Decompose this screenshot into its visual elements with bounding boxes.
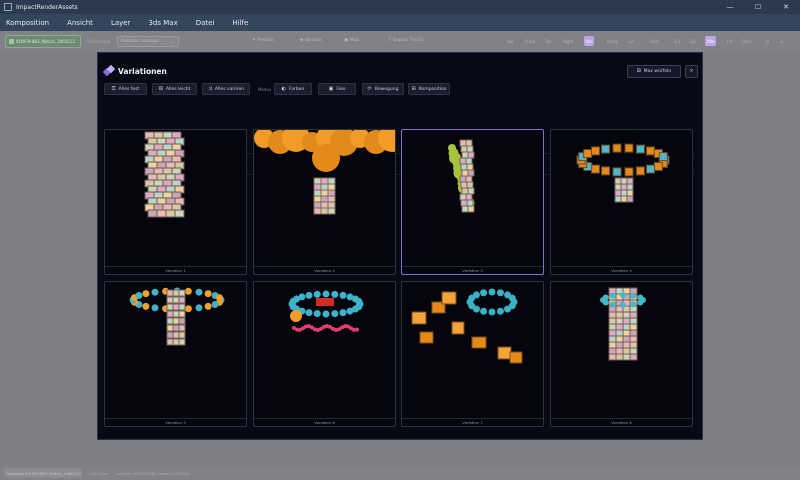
minimize-button[interactable]: —: [716, 0, 744, 14]
variation-caption: Variation 5: [105, 418, 246, 426]
view-front[interactable]: Front: [523, 36, 537, 46]
variation-preview: [288, 290, 364, 332]
variation-caption: Variation 7: [402, 418, 543, 426]
variation-tile-4[interactable]: Variation 4: [550, 129, 693, 275]
palette-icon: ◐: [281, 86, 287, 92]
variation-preview: [411, 288, 523, 364]
variation-preview: [448, 139, 475, 213]
variation-tile-3[interactable]: Variation 3: [401, 129, 544, 275]
variation-caption: Variation 1: [105, 266, 246, 274]
variation-caption: Variation 2: [254, 266, 395, 274]
variation-caption: Variation 4: [551, 266, 692, 274]
motion-button[interactable]: ⟳ Bewegung: [362, 83, 404, 95]
toolbar-presets[interactable]: ✦ Presets: [252, 38, 274, 43]
variation-preview: [600, 287, 646, 361]
status-bar: Variation ID4959-883_Motion_3460512 Alle…: [0, 466, 800, 480]
variation-preview: [254, 130, 395, 215]
geo-button[interactable]: ▣ Geo: [318, 83, 356, 95]
view-persp[interactable]: Persp: [605, 36, 620, 46]
grid-icon[interactable]: ⊞: [764, 36, 771, 46]
variation-preview: [576, 143, 670, 203]
view-lit[interactable]: Lit: [627, 36, 636, 46]
menu-komposition[interactable]: Komposition: [6, 19, 49, 27]
motion-icon: ⟳: [367, 86, 372, 92]
mode-label: Modus: [258, 87, 272, 92]
zoom-1-2[interactable]: 1/2: [688, 36, 698, 46]
zoom-alle[interactable]: Alle: [705, 36, 717, 46]
toolbar: ID4959-883_Motion_3460512 Stilrichtung R…: [0, 31, 800, 51]
colors-button[interactable]: ◐ Farben: [274, 83, 312, 95]
zoom-1-1[interactable]: 1/1: [672, 36, 682, 46]
menu-layer[interactable]: Layer: [111, 19, 131, 27]
dialog-title: Variationen: [102, 64, 167, 77]
close-dialog-button[interactable]: ✕: [685, 65, 698, 78]
variation-preview: [144, 131, 185, 218]
lock-icon: ⚿: [111, 86, 116, 92]
view-iso[interactable]: Iso: [584, 36, 594, 46]
status-right: Variation ID4959-883_Motion_3460512: [116, 471, 190, 476]
status-layers: Alle Layer: [90, 471, 109, 476]
menu-datei[interactable]: Datei: [196, 19, 215, 27]
maximize-button[interactable]: ☐: [744, 0, 772, 14]
variation-tile-2[interactable]: Variation 2: [253, 129, 396, 275]
variations-dialog: Variationen ⚿ Alles fest ⚄ Alles leicht ⤨ A…: [97, 52, 703, 440]
view-right[interactable]: Right: [561, 36, 576, 46]
variation-caption: Variation 3: [402, 266, 543, 274]
menu-bar: Komposition Ansicht Layer 3ds Max Datei …: [0, 14, 800, 31]
status-variation: Variation ID4959-883_Motion_3460512: [4, 468, 82, 478]
menu-3dsmax[interactable]: 3ds Max: [148, 19, 177, 27]
max-roll-button[interactable]: ⚄ Max würfeln: [627, 65, 681, 78]
zoom-uber[interactable]: Über: [740, 36, 754, 46]
variation-tile-5[interactable]: Variation 5: [104, 281, 247, 427]
variation-tile-1[interactable]: Variation 1: [104, 129, 247, 275]
variation-tile-6[interactable]: Variation 6: [253, 281, 396, 427]
all-fixed-button[interactable]: ⚿ Alles fest: [104, 83, 147, 95]
toolbar-max[interactable]: ▣ Max: [344, 38, 359, 43]
variation-caption: Variation 8: [551, 418, 692, 426]
close-window-button[interactable]: ✕: [772, 0, 800, 14]
menu-ansicht[interactable]: Ansicht: [67, 19, 93, 27]
dice-icon: ⚄: [636, 69, 641, 74]
variation-preview: [129, 287, 225, 346]
chevron-down-icon: ⌄: [170, 39, 175, 45]
view-sol[interactable]: Sol: [505, 36, 515, 46]
view-top[interactable]: Top: [543, 36, 554, 46]
style-label: Stilrichtung: [87, 39, 110, 44]
window-title: ImpactRenderAssets: [16, 3, 78, 11]
variation-tile-7[interactable]: Variation 7: [401, 281, 544, 427]
menu-hilfe[interactable]: Hilfe: [232, 19, 248, 27]
project-icon: [9, 39, 14, 44]
cube-icon: ▣: [328, 86, 334, 92]
more-icon[interactable]: ≡: [778, 36, 785, 46]
variations-icon: [102, 64, 116, 77]
toolbar-export[interactable]: ⇪ Export Tile33: [388, 38, 423, 43]
shuffle-icon: ⤨: [207, 86, 212, 92]
layout-icon: ⊞: [411, 86, 416, 92]
variation-caption: Variation 6: [254, 418, 395, 426]
composition-button[interactable]: ⊞ Komposition: [408, 83, 450, 95]
app-icon: [4, 3, 12, 11]
zoom-1-4[interactable]: 1/4: [724, 36, 734, 46]
project-badge[interactable]: ID4959-883_Motion_3460512: [5, 35, 81, 48]
all-light-button[interactable]: ⚄ Alles leicht: [152, 83, 197, 95]
title-bar: ImpactRenderAssets — ☐ ✕: [0, 0, 800, 14]
all-vary-button[interactable]: ⤨ Alles variiren: [202, 83, 250, 95]
style-select[interactable]: Rotation anzeige ⌄: [117, 36, 179, 47]
view-wire[interactable]: Wire: [648, 36, 661, 46]
toolbar-varianz[interactable]: ◈ Varianz: [300, 38, 321, 43]
variation-tile-8[interactable]: Variation 8: [550, 281, 693, 427]
dice-icon: ⚄: [158, 86, 163, 92]
